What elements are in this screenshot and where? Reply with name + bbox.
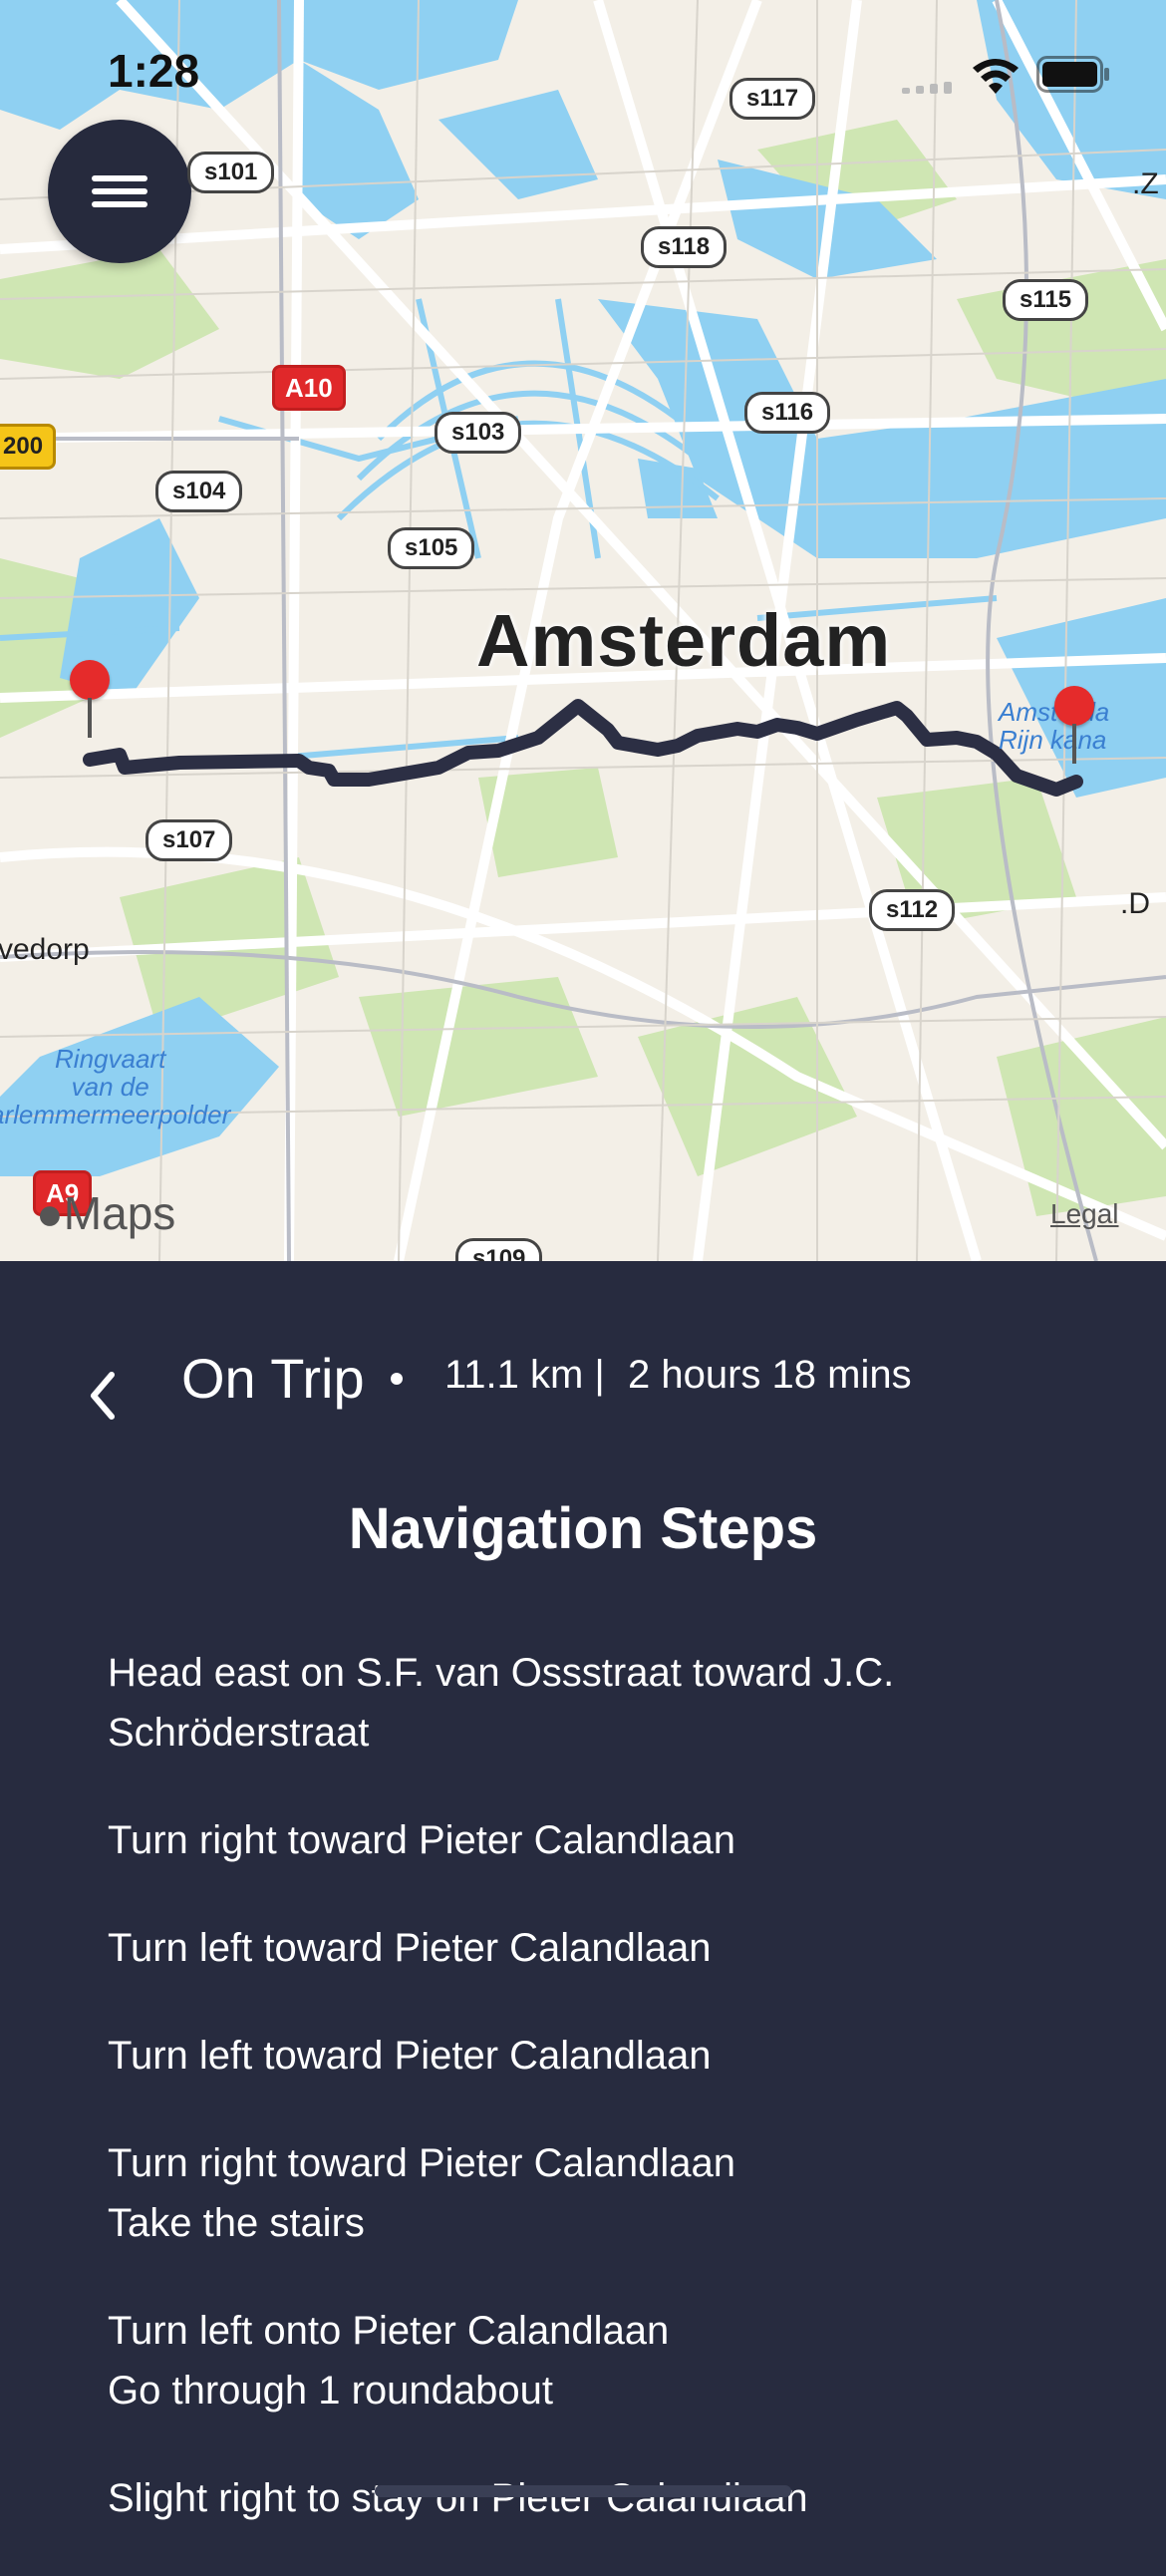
trip-panel: On Trip 11.1 km | 2 hours 18 mins Naviga… xyxy=(0,1261,1166,2524)
list-item: Turn left onto Pieter Calandlaan Go thro… xyxy=(108,2301,1124,2420)
step-text: Turn left toward Pieter Calandlaan xyxy=(108,2034,712,2078)
chevron-left-icon[interactable] xyxy=(76,1361,126,1431)
map-view[interactable]: 1:28 s101 s117 s118 s115 A10 s103 s116 s… xyxy=(0,0,1166,1261)
list-item: Turn right toward Pieter Calandlaan xyxy=(108,1810,1124,1870)
battery-icon xyxy=(1036,56,1109,93)
trip-status: On Trip xyxy=(181,1347,365,1410)
maps-attribution: ●Maps xyxy=(36,1186,175,1240)
road-shield: s115 xyxy=(1003,279,1089,321)
separator-dot xyxy=(391,1373,403,1385)
road-shield: s105 xyxy=(388,527,475,569)
step-text: Schröderstraat xyxy=(108,1711,370,1755)
hamburger-menu-icon xyxy=(92,201,147,207)
step-text: Go through 1 roundabout xyxy=(108,2369,554,2413)
list-item: Turn left toward Pieter Calandlaan xyxy=(108,2026,1124,2086)
step-text: Slight right to stay on Pieter Calandlaa… xyxy=(108,2476,808,2520)
step-text: Turn left toward Pieter Calandlaan xyxy=(108,1926,712,1970)
trip-distance: 11.1 km | xyxy=(444,1353,605,1397)
legal-link[interactable]: Legal xyxy=(1050,1198,1119,1230)
road-shield: s104 xyxy=(155,471,243,512)
list-item: Head east on S.F. van Ossstraat toward J… xyxy=(108,1643,1124,1763)
trip-duration: 2 hours 18 mins xyxy=(628,1353,912,1397)
step-text: Turn right toward Pieter Calandlaan xyxy=(108,2141,735,2185)
area-label: .Z xyxy=(1132,167,1159,200)
status-time: 1:28 xyxy=(108,45,200,97)
road-shield: A10 xyxy=(272,365,346,411)
status-bar: 1:28 xyxy=(0,0,1166,130)
area-label: vedorp xyxy=(0,933,90,966)
step-text: Turn right toward Pieter Calandlaan xyxy=(108,1818,735,1862)
apple-logo-icon: ● xyxy=(36,1187,64,1239)
road-shield: s101 xyxy=(187,152,275,193)
cellular-signal-icon xyxy=(902,82,952,94)
navigation-steps-title: Navigation Steps xyxy=(348,1496,818,1561)
road-shield: 200 xyxy=(0,424,57,470)
road-shield: s118 xyxy=(641,226,728,268)
road-shield: s117 xyxy=(729,78,816,120)
map-pin-icon[interactable] xyxy=(1054,686,1094,766)
area-label: .D xyxy=(1120,887,1150,920)
step-text: Head east on S.F. van Ossstraat toward J… xyxy=(108,1651,895,1695)
home-indicator[interactable] xyxy=(375,2485,791,2497)
road-shield: s103 xyxy=(435,412,522,454)
wifi-icon xyxy=(973,59,1019,94)
hamburger-menu-icon xyxy=(92,175,147,181)
navigation-steps-list[interactable]: Head east on S.F. van Ossstraat toward J… xyxy=(108,1643,1124,2576)
list-item: Slight right to stay on Pieter Calandlaa… xyxy=(108,2468,1124,2528)
road-shield: s116 xyxy=(744,392,831,434)
road-shield: s112 xyxy=(869,889,956,931)
list-item: Turn left toward Pieter Calandlaan xyxy=(108,1918,1124,1978)
water-label: Ringvaart van de arlemmermeerpolder xyxy=(0,1044,231,1129)
list-item: Turn right toward Pieter Calandlaan Take… xyxy=(108,2133,1124,2253)
road-shield: s109 xyxy=(455,1238,543,1261)
menu-button[interactable] xyxy=(48,120,191,263)
map-pin-icon[interactable] xyxy=(70,660,110,740)
city-label: Amsterdam xyxy=(476,599,892,682)
step-text: Turn left onto Pieter Calandlaan xyxy=(108,2309,670,2353)
hamburger-menu-icon xyxy=(92,188,147,194)
maps-attribution-text: Maps xyxy=(63,1187,176,1239)
step-text: Take the stairs xyxy=(108,2201,365,2245)
road-shield: s107 xyxy=(146,819,233,861)
